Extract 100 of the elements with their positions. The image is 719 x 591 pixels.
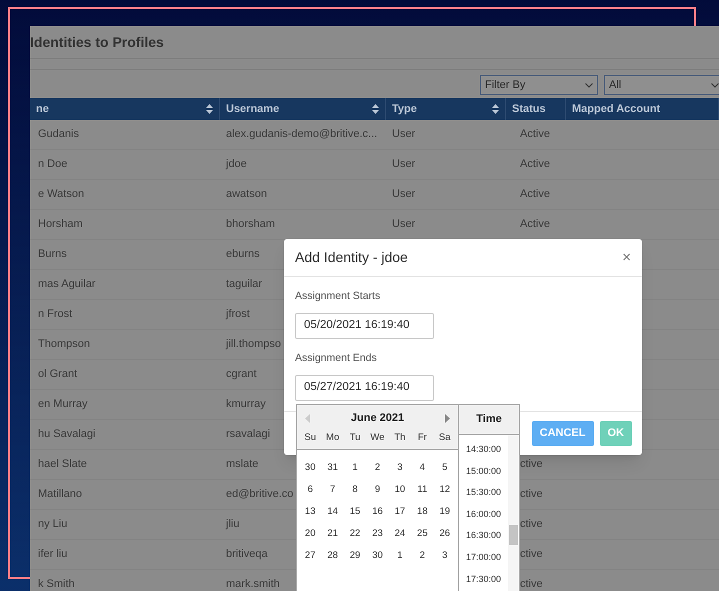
day-cell[interactable]: 10 [388, 481, 412, 499]
day-cell[interactable]: 29 [344, 547, 366, 565]
weekday-label: Sa [438, 431, 452, 445]
table-cell: britiveqa [226, 548, 268, 560]
time-option[interactable]: 14:30:00 [459, 439, 508, 461]
previous-month-icon[interactable] [305, 414, 310, 422]
time-option[interactable]: 15:00:00 [459, 460, 508, 482]
column-header[interactable]: Username [220, 98, 386, 120]
dialog-title: Add Identity - jdoe [295, 248, 408, 268]
day-cell[interactable]: 15 [344, 503, 366, 521]
day-cell[interactable]: 2 [366, 459, 389, 477]
column-header[interactable]: Mapped Account [566, 98, 719, 120]
date-field[interactable]: 05/27/2021 16:19:40 [295, 374, 434, 401]
table-cell: ny Liu [38, 518, 68, 530]
table-cell: e Watson [38, 188, 84, 200]
field-label: Assignment Ends [295, 350, 378, 366]
table-cell: User [392, 188, 416, 200]
day-cell[interactable]: 28 [321, 547, 344, 565]
day-cell[interactable]: 12 [434, 481, 456, 499]
day-cell[interactable]: 3 [388, 459, 412, 477]
table-cell: alex.gudanis-demo@britive.c... [226, 128, 378, 140]
weekday-label: Su [303, 431, 318, 445]
day-cell[interactable]: 20 [299, 525, 322, 543]
time-option[interactable]: 17:00:00 [459, 546, 508, 569]
table-cell: jfrost [226, 308, 250, 320]
day-cell[interactable]: 11 [411, 481, 434, 499]
table-cell: bhorsham [226, 218, 275, 230]
table-cell: Matillano [38, 488, 82, 500]
table-cell: n Doe [38, 158, 68, 170]
table-cell: mark.smith [226, 578, 280, 590]
table-cell: awatson [226, 188, 267, 200]
time-option[interactable]: 15:30:00 [459, 482, 508, 504]
day-cell[interactable]: 2 [411, 547, 434, 565]
weekday-label: Th [393, 431, 406, 445]
table-cell: hael Slate [38, 458, 87, 470]
day-cell[interactable]: 6 [299, 481, 322, 499]
table-cell: jill.thompso [226, 338, 282, 350]
field-label: Assignment Starts [295, 289, 382, 304]
day-cell[interactable]: 8 [344, 481, 366, 499]
weekday-label: We [369, 431, 386, 445]
day-cell[interactable]: 24 [388, 525, 412, 543]
table-cell: Active [520, 158, 550, 170]
day-cell[interactable]: 7 [321, 481, 344, 499]
table-cell: taguilar [226, 278, 262, 290]
day-cell[interactable]: 22 [344, 525, 366, 543]
time-option[interactable]: 16:30:00 [459, 525, 508, 547]
next-month-icon[interactable] [444, 414, 450, 422]
filter-dropdown[interactable]: Filter By [480, 75, 598, 95]
time-heading: Time [476, 412, 502, 428]
table-cell: ed@britive.co [226, 488, 294, 500]
day-cell[interactable]: 31 [321, 459, 344, 477]
table-cell: Active [520, 188, 550, 200]
table-cell: ifer liu [38, 548, 68, 560]
table-cell: User [392, 218, 416, 230]
day-cell[interactable]: 5 [434, 459, 456, 477]
table-cell: k Smith [38, 578, 75, 590]
date-field[interactable]: 05/20/2021 16:19:40 [295, 312, 434, 339]
day-cell[interactable]: 19 [434, 503, 456, 521]
day-cell[interactable]: 17 [388, 503, 412, 521]
day-cell[interactable]: 13 [299, 503, 322, 521]
time-option[interactable]: 16:00:00 [459, 504, 508, 526]
table-cell: ctive [520, 518, 543, 530]
day-cell[interactable]: 25 [411, 525, 434, 543]
time-option[interactable]: 17:30:00 [459, 568, 508, 590]
day-cell[interactable]: 30 [299, 459, 322, 477]
day-cell[interactable]: 23 [366, 525, 389, 543]
filter-dropdown[interactable]: All [604, 75, 719, 95]
column-header[interactable]: Type [386, 98, 506, 120]
day-cell[interactable]: 21 [321, 525, 344, 543]
scrollbar[interactable] [508, 435, 519, 591]
day-cell[interactable]: 1 [344, 459, 366, 477]
sort-icon [372, 104, 379, 114]
table-cell: cgrant [226, 368, 257, 380]
page-title: Identities to Profiles [30, 32, 164, 52]
table-cell: ctive [520, 458, 543, 470]
day-cell[interactable]: 27 [299, 547, 322, 565]
day-cell[interactable]: 14 [321, 503, 344, 521]
day-cell[interactable]: 26 [434, 525, 456, 543]
column-header[interactable]: ne [30, 98, 220, 120]
table-cell: en Murray [38, 398, 88, 410]
table-cell: ctive [520, 488, 543, 500]
day-cell[interactable]: 1 [388, 547, 412, 565]
weekday-label: Tu [348, 431, 362, 445]
table-cell: Horsham [38, 218, 83, 230]
day-cell[interactable]: 3 [434, 547, 456, 565]
day-cell[interactable]: 30 [366, 547, 389, 565]
day-cell[interactable]: 16 [366, 503, 389, 521]
close-button[interactable]: × [622, 250, 631, 266]
table-cell: jdoe [226, 158, 247, 170]
sort-icon [206, 104, 213, 114]
column-header[interactable]: Status [506, 98, 566, 120]
month-label: June 2021 [350, 410, 404, 426]
day-cell[interactable]: 18 [411, 503, 434, 521]
day-cell[interactable]: 4 [411, 459, 434, 477]
day-cell[interactable]: 9 [366, 481, 389, 499]
table-cell: hu Savalagi [38, 428, 96, 440]
table-cell: jliu [226, 518, 240, 530]
table-cell: rsavalagi [226, 428, 270, 440]
table-cell: User [392, 128, 416, 140]
table-cell: ctive [520, 578, 543, 590]
